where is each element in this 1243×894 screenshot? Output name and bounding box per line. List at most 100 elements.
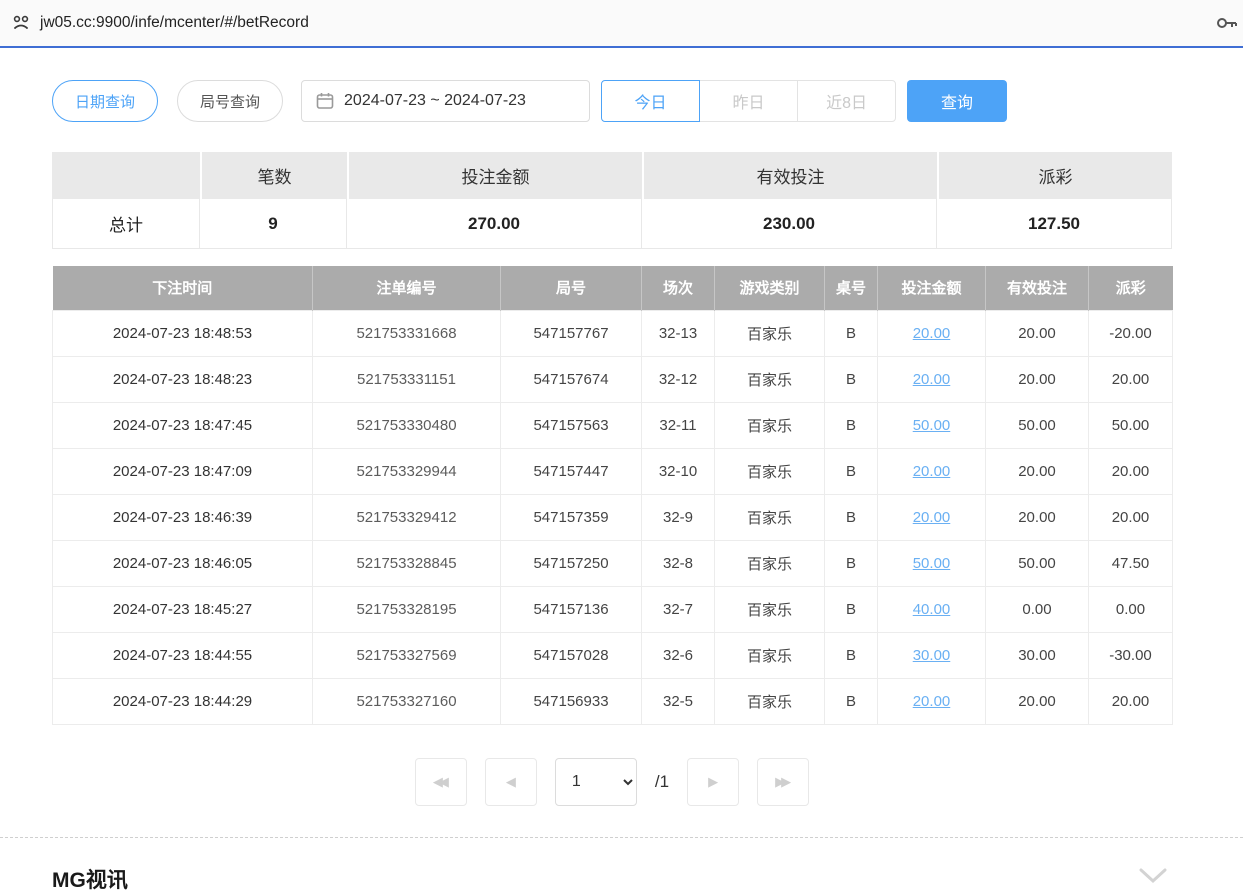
- chevron-down-icon[interactable]: [1138, 868, 1168, 884]
- cell-table-no: B: [825, 402, 878, 448]
- bet-amount-link[interactable]: 20.00: [913, 371, 951, 388]
- column-header-session: 场次: [642, 266, 715, 310]
- bet-amount-link[interactable]: 20.00: [913, 693, 951, 710]
- pagination: ◀◀ ◀ 1 /1 ▶ ▶▶: [52, 758, 1172, 806]
- table-row: 2024-07-23 18:47:09521753329944547157447…: [53, 448, 1173, 494]
- cell-round-id: 547157563: [501, 402, 642, 448]
- cell-bet-amount: 20.00: [878, 448, 986, 494]
- section-title: MG视讯: [52, 864, 128, 894]
- column-header-round-id: 局号: [501, 266, 642, 310]
- cell-bet-time: 2024-07-23 18:46:05: [53, 540, 313, 586]
- bet-amount-link[interactable]: 20.00: [913, 509, 951, 526]
- summary-bet-amount-value: 270.00: [347, 199, 642, 249]
- summary-total-row: 总计 9 270.00 230.00 127.50: [52, 199, 1172, 249]
- table-row: 2024-07-23 18:47:45521753330480547157563…: [53, 402, 1173, 448]
- cell-session: 32-6: [642, 632, 715, 678]
- cell-valid-bet: 50.00: [986, 540, 1089, 586]
- round-query-tab[interactable]: 局号查询: [177, 80, 283, 122]
- cell-round-id: 547157447: [501, 448, 642, 494]
- cell-bet-amount: 50.00: [878, 540, 986, 586]
- next-page-button[interactable]: ▶: [687, 758, 739, 806]
- cell-game-type: 百家乐: [715, 310, 825, 356]
- summary-header-payout: 派彩: [937, 152, 1172, 199]
- next-section-header[interactable]: MG视讯: [0, 838, 1243, 894]
- bet-amount-link[interactable]: 30.00: [913, 647, 951, 664]
- cell-valid-bet: 50.00: [986, 402, 1089, 448]
- cell-round-id: 547157767: [501, 310, 642, 356]
- left-arrow-icon: ◀: [506, 774, 516, 790]
- cell-payout: 20.00: [1089, 678, 1173, 724]
- yesterday-button[interactable]: 昨日: [699, 80, 798, 122]
- column-header-bet-amount: 投注金额: [878, 266, 986, 310]
- key-icon[interactable]: [1213, 10, 1239, 36]
- date-range-value: 2024-07-23 ~ 2024-07-23: [344, 92, 526, 110]
- cell-session: 32-8: [642, 540, 715, 586]
- cell-game-type: 百家乐: [715, 448, 825, 494]
- cell-payout: -30.00: [1089, 632, 1173, 678]
- cell-session: 32-7: [642, 586, 715, 632]
- cell-table-no: B: [825, 448, 878, 494]
- cell-session: 32-11: [642, 402, 715, 448]
- last-8-days-button[interactable]: 近8日: [797, 80, 896, 122]
- cell-bet-amount: 20.00: [878, 678, 986, 724]
- bet-amount-link[interactable]: 20.00: [913, 325, 951, 342]
- summary-header-count: 笔数: [200, 152, 347, 199]
- previous-page-button[interactable]: ◀: [485, 758, 537, 806]
- table-row: 2024-07-23 18:48:23521753331151547157674…: [53, 356, 1173, 402]
- search-button[interactable]: 查询: [907, 80, 1007, 122]
- first-page-button[interactable]: ◀◀: [415, 758, 467, 806]
- quick-range-group: 今日 昨日 近8日: [601, 80, 896, 122]
- cell-bet-time: 2024-07-23 18:44:55: [53, 632, 313, 678]
- column-header-game-type: 游戏类别: [715, 266, 825, 310]
- cell-payout: 20.00: [1089, 494, 1173, 540]
- cell-session: 32-9: [642, 494, 715, 540]
- cell-bet-time: 2024-07-23 18:46:39: [53, 494, 313, 540]
- summary-header-valid-bet: 有效投注: [642, 152, 937, 199]
- page-total: /1: [655, 772, 669, 792]
- cell-valid-bet: 0.00: [986, 586, 1089, 632]
- cell-order-id: 521753328195: [313, 586, 501, 632]
- cell-round-id: 547157674: [501, 356, 642, 402]
- cell-valid-bet: 20.00: [986, 494, 1089, 540]
- date-range-picker[interactable]: 2024-07-23 ~ 2024-07-23: [301, 80, 590, 122]
- table-row: 2024-07-23 18:46:39521753329412547157359…: [53, 494, 1173, 540]
- cell-round-id: 547157359: [501, 494, 642, 540]
- table-row: 2024-07-23 18:45:27521753328195547157136…: [53, 586, 1173, 632]
- cell-table-no: B: [825, 356, 878, 402]
- table-row: 2024-07-23 18:48:53521753331668547157767…: [53, 310, 1173, 356]
- cell-game-type: 百家乐: [715, 632, 825, 678]
- summary-payout-value: 127.50: [937, 199, 1172, 249]
- bet-amount-link[interactable]: 50.00: [913, 555, 951, 572]
- column-header-bet-time: 下注时间: [53, 266, 313, 310]
- cell-valid-bet: 20.00: [986, 678, 1089, 724]
- cell-session: 32-5: [642, 678, 715, 724]
- today-button[interactable]: 今日: [601, 80, 700, 122]
- column-header-order-id: 注单编号: [313, 266, 501, 310]
- bet-table-body: 2024-07-23 18:48:53521753331668547157767…: [53, 310, 1173, 724]
- cell-order-id: 521753331151: [313, 356, 501, 402]
- cell-payout: 20.00: [1089, 356, 1173, 402]
- cell-round-id: 547157250: [501, 540, 642, 586]
- cell-bet-amount: 50.00: [878, 402, 986, 448]
- bet-table-header-row: 下注时间注单编号局号场次游戏类别桌号投注金额有效投注派彩: [53, 266, 1173, 310]
- page-select[interactable]: 1: [555, 758, 637, 806]
- summary-total-label: 总计: [52, 199, 200, 249]
- last-page-button[interactable]: ▶▶: [757, 758, 809, 806]
- bet-amount-link[interactable]: 20.00: [913, 463, 951, 480]
- cell-table-no: B: [825, 632, 878, 678]
- cell-session: 32-12: [642, 356, 715, 402]
- bet-amount-link[interactable]: 50.00: [913, 417, 951, 434]
- cell-order-id: 521753331668: [313, 310, 501, 356]
- date-query-tab[interactable]: 日期查询: [52, 80, 158, 122]
- cell-bet-time: 2024-07-23 18:48:53: [53, 310, 313, 356]
- site-favicon-icon[interactable]: [10, 12, 32, 34]
- cell-payout: -20.00: [1089, 310, 1173, 356]
- url-text[interactable]: jw05.cc:9900/infe/mcenter/#/betRecord: [40, 14, 1213, 32]
- cell-table-no: B: [825, 540, 878, 586]
- cell-payout: 0.00: [1089, 586, 1173, 632]
- summary-header-bet-amount: 投注金额: [347, 152, 642, 199]
- summary-table: 笔数 投注金额 有效投注 派彩 总计 9 270.00 230.00 127.5…: [52, 152, 1172, 249]
- cell-table-no: B: [825, 586, 878, 632]
- column-header-valid-bet: 有效投注: [986, 266, 1089, 310]
- bet-amount-link[interactable]: 40.00: [913, 601, 951, 618]
